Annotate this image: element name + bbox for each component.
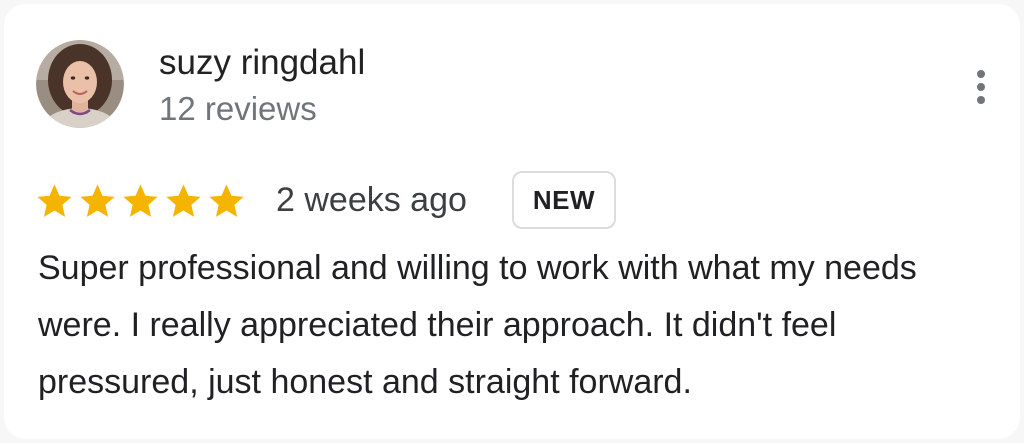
avatar-photo	[36, 40, 124, 128]
review-card: suzy ringdahl 12 reviews 2 weeks ago NEW…	[4, 4, 1020, 439]
star-icon	[37, 183, 72, 217]
star-rating	[34, 178, 247, 224]
star-icon	[80, 183, 115, 217]
avatar[interactable]	[36, 40, 124, 128]
more-options-button[interactable]	[964, 64, 998, 110]
review-count[interactable]: 12 reviews	[159, 89, 317, 129]
star-icon	[166, 183, 201, 217]
star-icon	[123, 183, 158, 217]
more-vertical-icon-dot	[977, 96, 985, 104]
more-vertical-icon-dot	[977, 83, 985, 91]
more-vertical-icon	[977, 70, 985, 78]
star-icon	[209, 183, 244, 217]
reviewer-name[interactable]: suzy ringdahl	[159, 42, 365, 84]
new-badge: NEW	[512, 171, 616, 229]
review-text: Super professional and willing to work w…	[38, 249, 917, 401]
review-date: 2 weeks ago	[276, 181, 467, 219]
